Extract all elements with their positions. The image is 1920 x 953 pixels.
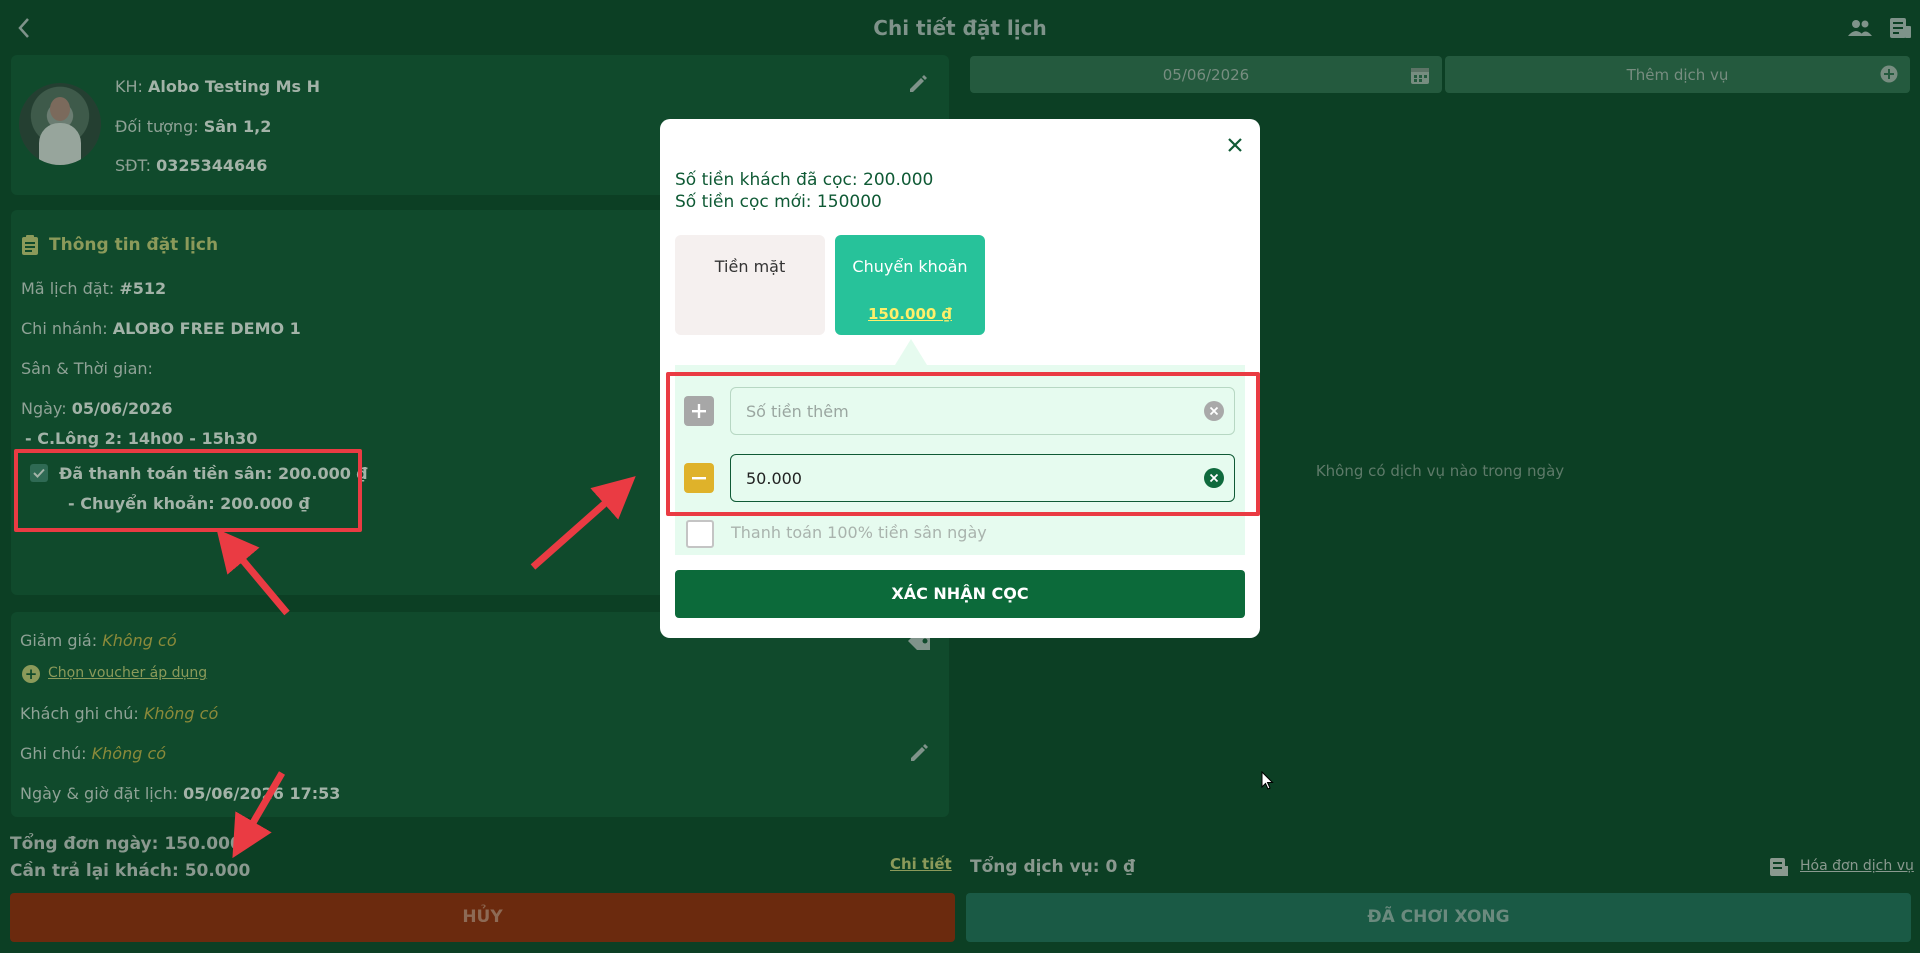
mouse-cursor-icon (1261, 771, 1274, 790)
receipt-icon[interactable] (1885, 14, 1915, 42)
close-icon[interactable] (1222, 132, 1248, 158)
transfer-label: Chuyển khoản (852, 257, 968, 276)
edit-customer-pencil-icon[interactable] (905, 71, 931, 97)
service-invoice-link[interactable]: Hóa đơn dịch vụ (1800, 858, 1914, 874)
customer-phone: SĐT: 0325344646 (115, 156, 268, 175)
date-value: 05/06/2026 (1162, 65, 1250, 84)
deposited-amount: Số tiền khách đã cọc: 200.000 (675, 170, 934, 190)
cash-label: Tiền mặt (714, 257, 786, 276)
full-payment-checkbox[interactable] (686, 520, 714, 548)
customer-target: Đối tượng: Sân 1,2 (115, 117, 272, 136)
customer-name: KH: Alobo Testing Ms H (115, 77, 321, 96)
confirm-deposit-button[interactable]: XÁC NHẬN CỌC (675, 570, 1245, 618)
highlight-box-amount (666, 372, 1260, 516)
booking-branch: Chi nhánh: ALOBO FREE DEMO 1 (21, 319, 301, 338)
note-line: Ghi chú: Không có (20, 744, 167, 763)
transfer-payment-option[interactable]: Chuyển khoản 150.000 ₫ (835, 235, 985, 335)
avatar (19, 83, 101, 165)
calendar-icon (1410, 65, 1430, 89)
day-total: Tổng đơn ngày: 150.000 (10, 834, 242, 854)
detail-link[interactable]: Chi tiết (890, 855, 952, 873)
add-voucher-icon[interactable]: + (22, 665, 40, 683)
people-icon[interactable] (1845, 14, 1875, 42)
new-deposit-amount: Số tiền cọc mới: 150000 (675, 192, 882, 212)
clipboard-icon (21, 234, 39, 260)
highlight-box-paid (14, 449, 362, 532)
plus-circle-icon (1880, 65, 1898, 87)
refund-amount: Cần trả lại khách: 50.000 (10, 861, 251, 881)
transfer-amount: 150.000 ₫ (868, 305, 952, 323)
finished-playing-button[interactable]: ĐÃ CHƠI XONG (966, 893, 1911, 942)
page-title: Chi tiết đặt lịch (873, 16, 1047, 40)
court-time-label: Sân & Thời gian: (21, 359, 153, 378)
invoice-icon (1768, 856, 1790, 882)
app-header: Chi tiết đặt lịch (0, 0, 1920, 56)
add-service-button[interactable]: Thêm dịch vụ (1445, 56, 1910, 93)
booked-at-line: Ngày & giờ đặt lịch: 05/06/2026 17:53 (20, 784, 341, 803)
cancel-button[interactable]: HỦY (10, 893, 955, 942)
service-total: Tổng dịch vụ: 0 ₫ (970, 857, 1136, 877)
date-picker[interactable]: 05/06/2026 (970, 56, 1442, 93)
booking-date: Ngày: 05/06/2026 (21, 399, 173, 418)
discount-line: Giảm giá: Không có (20, 631, 177, 650)
empty-services-text: Không có dịch vụ nào trong ngày (1315, 462, 1565, 480)
cash-payment-option[interactable]: Tiền mặt (675, 235, 825, 335)
booking-slot: - C.Lông 2: 14h00 - 15h30 (25, 429, 258, 448)
booking-section-title: Thông tin đặt lịch (49, 235, 219, 255)
customer-note-line: Khách ghi chú: Không có (20, 704, 219, 723)
booking-code: Mã lịch đặt: #512 (21, 279, 167, 298)
full-payment-label: Thanh toán 100% tiền sân ngày (731, 523, 987, 542)
choose-voucher-link[interactable]: Chọn voucher áp dụng (48, 665, 207, 681)
edit-note-pencil-icon[interactable] (906, 740, 932, 766)
add-service-label: Thêm dịch vụ (1626, 65, 1729, 84)
selected-pointer (895, 339, 927, 365)
